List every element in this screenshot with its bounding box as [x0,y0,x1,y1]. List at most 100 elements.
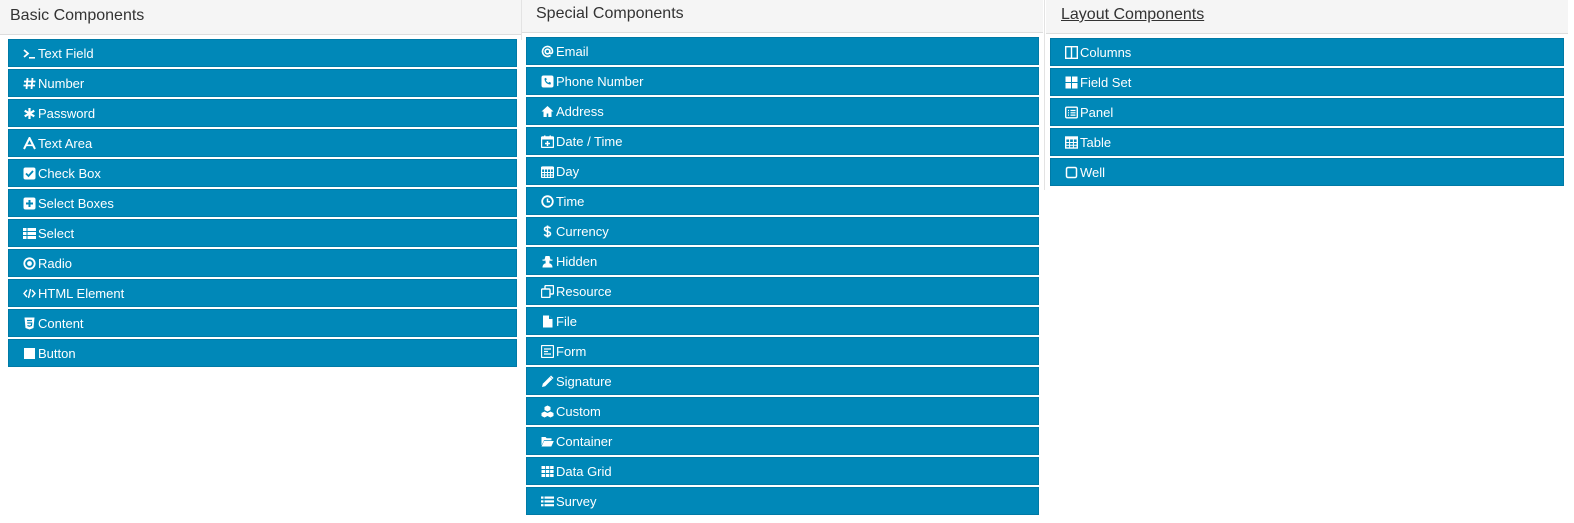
component-label: Resource [556,284,612,299]
component-label: Currency [556,224,609,239]
component-button-select[interactable]: Select [8,219,517,247]
component-label: Custom [556,404,601,419]
phone-square-icon [541,75,554,88]
check-square-icon [23,167,36,180]
basic-components-header[interactable]: Basic Components [0,0,521,35]
panel-divider [1044,0,1045,190]
square-o-icon [1065,166,1078,179]
component-button-content[interactable]: Content [8,309,517,337]
wpforms-icon [541,345,554,358]
component-label: Signature [556,374,612,389]
home-icon [541,105,554,118]
component-button-file[interactable]: File [526,307,1039,335]
asterisk-icon [23,107,36,120]
component-label: Select [38,226,75,241]
special-components-panel: Special Components Email Phone Number Addr… [522,0,1043,517]
component-label: Time [556,194,585,209]
component-button-hidden[interactable]: Hidden [526,247,1039,275]
component-button-address[interactable]: Address [526,97,1039,125]
special-components-title: Special Components [536,5,684,22]
component-button-table[interactable]: Table [1050,128,1564,156]
file-icon [541,315,554,328]
list-alt-icon [1065,106,1078,119]
component-button-radio[interactable]: Radio [8,249,517,277]
component-label: Check Box [38,166,101,181]
component-button-date-time[interactable]: Date / Time [526,127,1039,155]
folder-open-icon [541,435,554,448]
layout-components-header[interactable]: Layout Components [1046,0,1568,34]
th-icon [541,465,554,478]
layout-components-list: Columns Field Set Panel Table Well [1046,34,1568,186]
calendar-icon [541,165,554,178]
code-icon [23,287,36,300]
component-label: Panel [1080,105,1114,120]
component-label: Container [556,434,613,449]
component-label: Content [38,316,84,331]
component-button-form[interactable]: Form [526,337,1039,365]
component-label: Email [556,44,589,59]
component-button-container[interactable]: Container [526,427,1039,455]
component-button-well[interactable]: Well [1050,158,1564,186]
component-label: HTML Element [38,286,125,301]
component-button-button[interactable]: Button [8,339,517,367]
component-label: File [556,314,577,329]
component-button-columns[interactable]: Columns [1050,38,1564,66]
component-button-custom[interactable]: Custom [526,397,1039,425]
basic-components-panel: Basic Components Text Field Number Passwor… [0,0,521,369]
user-secret-icon [541,255,554,268]
component-label: Data Grid [556,464,612,479]
component-button-panel[interactable]: Panel [1050,98,1564,126]
dot-circle-icon [23,257,36,270]
component-button-day[interactable]: Day [526,157,1039,185]
usd-icon [541,225,554,238]
layout-components-title: Layout Components [1061,6,1205,23]
cubes-icon [541,405,554,418]
component-label: Text Field [38,46,94,61]
component-button-text-area[interactable]: Text Area [8,129,517,157]
component-button-text-field[interactable]: Text Field [8,39,517,67]
calendar-plus-icon [541,135,554,148]
component-button-phone-number[interactable]: Phone Number [526,67,1039,95]
font-icon [23,137,36,150]
component-button-data-grid[interactable]: Data Grid [526,457,1039,485]
component-button-number[interactable]: Number [8,69,517,97]
table-icon [1065,136,1078,149]
layout-components-panel: Layout Components Columns Field Set Panel T… [1046,0,1568,188]
component-label: Columns [1080,45,1132,60]
component-label: Form [556,344,587,359]
clone-icon [541,285,554,298]
component-button-email[interactable]: Email [526,37,1039,65]
component-button-signature[interactable]: Signature [526,367,1039,395]
special-components-header[interactable]: Special Components [522,0,1043,33]
at-icon [541,45,554,58]
plus-square-icon [23,197,36,210]
columns-icon [1065,46,1078,59]
component-button-field-set[interactable]: Field Set [1050,68,1564,96]
component-label: Phone Number [556,74,644,89]
component-label: Number [38,76,85,91]
th-large-icon [1065,76,1078,89]
component-button-currency[interactable]: Currency [526,217,1039,245]
basic-components-list: Text Field Number Password Text Area Check B… [4,35,521,367]
hashtag-icon [23,77,36,90]
component-button-time[interactable]: Time [526,187,1039,215]
component-button-resource[interactable]: Resource [526,277,1039,305]
component-button-html-element[interactable]: HTML Element [8,279,517,307]
component-label: Date / Time [556,134,623,149]
component-button-select-boxes[interactable]: Select Boxes [8,189,517,217]
component-label: Hidden [556,254,598,269]
pencil-icon [541,375,554,388]
component-button-check-box[interactable]: Check Box [8,159,517,187]
th-list-icon [23,227,36,240]
component-label: Button [38,346,76,361]
component-button-password[interactable]: Password [8,99,517,127]
stop-icon [23,347,36,360]
component-label: Table [1080,135,1112,150]
basic-components-title: Basic Components [10,7,145,24]
component-label: Survey [556,494,597,509]
component-label: Address [556,104,604,119]
component-button-survey[interactable]: Survey [526,487,1039,515]
component-label: Text Area [38,136,93,151]
list-icon [541,495,554,508]
html5-icon [23,317,36,330]
